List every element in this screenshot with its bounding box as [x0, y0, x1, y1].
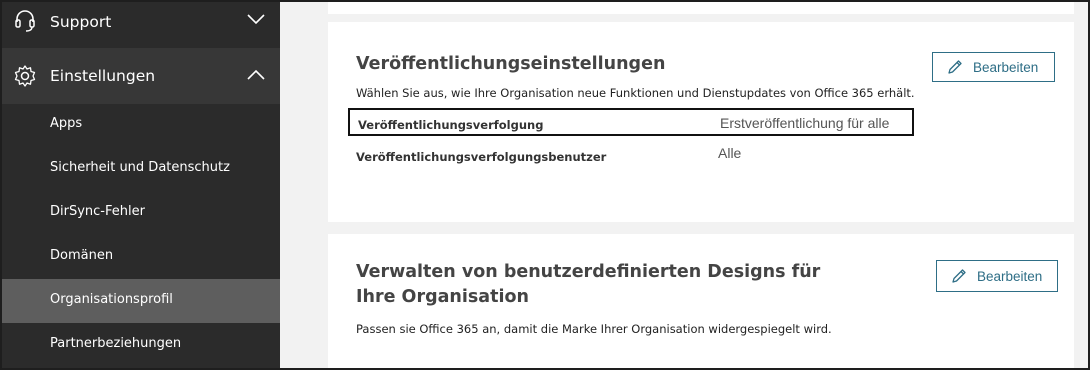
setting-row-release-track-users: Veröffentlichungsverfolgungsbenutzer All…	[348, 142, 914, 170]
sidebar-item-label: Sicherheit und Datenschutz	[50, 160, 230, 175]
setting-row-release-track: Veröffentlichungsverfolgung Erstveröffen…	[348, 108, 914, 136]
release-settings-card: Veröffentlichungseinstellungen Wählen Si…	[328, 22, 1074, 222]
main-content: Veröffentlichungseinstellungen Wählen Si…	[280, 2, 1088, 368]
previous-card	[328, 2, 1074, 14]
setting-name: Veröffentlichungsverfolgungsbenutzer	[356, 150, 607, 164]
sidebar-item-label: Apps	[50, 116, 83, 131]
chevron-down-icon[interactable]	[246, 12, 266, 26]
edit-button-label: Bearbeiten	[977, 268, 1043, 284]
window-frame: Support Einstellungen Apps Sicherheit un…	[0, 0, 1090, 370]
setting-value: Erstveröffentlichung für alle	[720, 115, 890, 131]
gear-icon	[14, 65, 36, 87]
card-description: Wählen Sie aus, wie Ihre Organisation ne…	[356, 86, 915, 100]
headset-icon	[15, 10, 35, 32]
sidebar-item-label: Organisationsprofil	[50, 292, 173, 307]
sidebar-item-support-label: Support	[50, 13, 112, 31]
edit-button-label: Bearbeiten	[973, 59, 1039, 75]
sidebar-item-dirsync-errors[interactable]: DirSync-Fehler	[2, 191, 280, 235]
setting-value: Alle	[718, 145, 742, 161]
sidebar-item-security-privacy[interactable]: Sicherheit und Datenschutz	[2, 147, 280, 191]
card-title-line2: Ihre Organisation	[356, 287, 529, 307]
sidebar-item-label: DirSync-Fehler	[50, 204, 145, 219]
edit-themes-button[interactable]: Bearbeiten	[936, 260, 1058, 292]
card-title: Veröffentlichungseinstellungen	[356, 54, 666, 74]
pencil-icon	[948, 60, 962, 74]
sidebar-item-settings-label: Einstellungen	[50, 67, 156, 85]
sidebar-item-domains[interactable]: Domänen	[2, 235, 280, 279]
setting-name: Veröffentlichungsverfolgung	[358, 118, 544, 132]
chevron-up-icon[interactable]	[246, 68, 266, 82]
sidebar-item-organization-profile[interactable]: Organisationsprofil	[2, 279, 280, 323]
sidebar-item-support[interactable]: Support	[2, 2, 280, 46]
sidebar-item-settings[interactable]: Einstellungen	[2, 48, 280, 104]
sidebar: Support Einstellungen Apps Sicherheit un…	[2, 2, 280, 368]
edit-release-settings-button[interactable]: Bearbeiten	[932, 52, 1055, 82]
sidebar-item-label: Partnerbeziehungen	[50, 336, 182, 351]
sidebar-item-partner-relationships[interactable]: Partnerbeziehungen	[2, 323, 280, 367]
card-description: Passen sie Office 365 an, damit die Mark…	[356, 322, 832, 336]
sidebar-item-apps[interactable]: Apps	[2, 103, 280, 147]
custom-themes-card: Verwalten von benutzerdefinierten Design…	[328, 234, 1074, 368]
pencil-icon	[952, 269, 966, 283]
card-title-line1: Verwalten von benutzerdefinierten Design…	[356, 262, 821, 282]
sidebar-item-label: Domänen	[50, 248, 114, 263]
